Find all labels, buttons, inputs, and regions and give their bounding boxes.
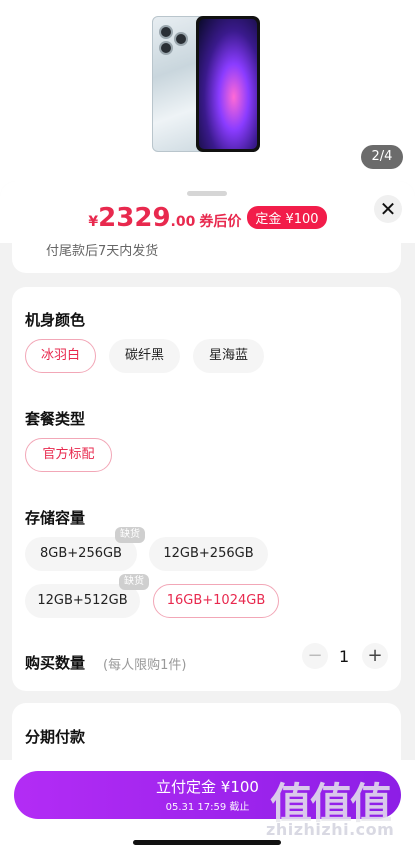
gallery-page-indicator: 2/4: [361, 145, 403, 169]
phone-front-image: [196, 16, 260, 152]
storage-option-12-256[interactable]: 12GB+256GB: [149, 537, 268, 571]
quantity-limit-note: (每人限购1件): [103, 658, 187, 673]
drag-handle[interactable]: [187, 191, 227, 196]
coupon-price-label: 券后价: [199, 214, 242, 230]
home-indicator[interactable]: [133, 840, 281, 845]
package-section-title: 套餐类型: [25, 410, 86, 428]
product-gallery[interactable]: 2/4: [0, 0, 415, 200]
close-button[interactable]: ✕: [374, 195, 402, 223]
deposit-badge: 定金 ¥100: [247, 206, 327, 229]
price-integer: 2329: [98, 203, 171, 233]
storage-section-title: 存储容量: [25, 509, 86, 527]
quantity-value: 1: [339, 647, 350, 666]
color-option-star-blue[interactable]: 星海蓝: [193, 339, 264, 373]
camera-lens: [159, 25, 173, 39]
package-option-standard[interactable]: 官方标配: [25, 438, 112, 472]
spec-card: 机身颜色 冰羽白 碳纤黑 星海蓝 套餐类型 官方标配 存储容量 8GB+256G…: [12, 287, 401, 691]
sheet-header: ¥ 2329 .00 券后价 定金 ¥100 ✕: [0, 181, 415, 243]
sku-selection-sheet: ¥ 2329 .00 券后价 定金 ¥100 ✕ 付尾款后7天内发货 机身颜色 …: [0, 181, 415, 851]
quantity-increase-button[interactable]: +: [362, 643, 388, 669]
product-image[interactable]: [152, 16, 260, 152]
price-decimal: .00: [170, 214, 196, 230]
color-option-ice-white[interactable]: 冰羽白: [25, 339, 96, 373]
camera-lens: [174, 32, 188, 46]
storage-option-16-1024[interactable]: 16GB+1024GB: [153, 584, 279, 618]
quantity-decrease-button[interactable]: −: [302, 643, 328, 669]
camera-lens: [159, 41, 173, 55]
installment-section-title: 分期付款: [25, 728, 86, 746]
price-row: ¥ 2329 .00 券后价 定金 ¥100: [0, 203, 415, 233]
color-option-carbon-black[interactable]: 碳纤黑: [109, 339, 180, 373]
color-section-title: 机身颜色: [25, 311, 86, 329]
price-currency: ¥: [88, 214, 99, 230]
watermark: 值值值 zhizhizhi.com: [262, 770, 412, 850]
phone-screen: [199, 19, 257, 149]
close-icon: ✕: [379, 197, 397, 221]
quantity-label: 购买数量: [25, 654, 86, 672]
watermark-url: zhizhizhi.com: [266, 820, 395, 839]
out-of-stock-tag: 缺货: [119, 574, 149, 590]
out-of-stock-tag: 缺货: [115, 527, 145, 543]
